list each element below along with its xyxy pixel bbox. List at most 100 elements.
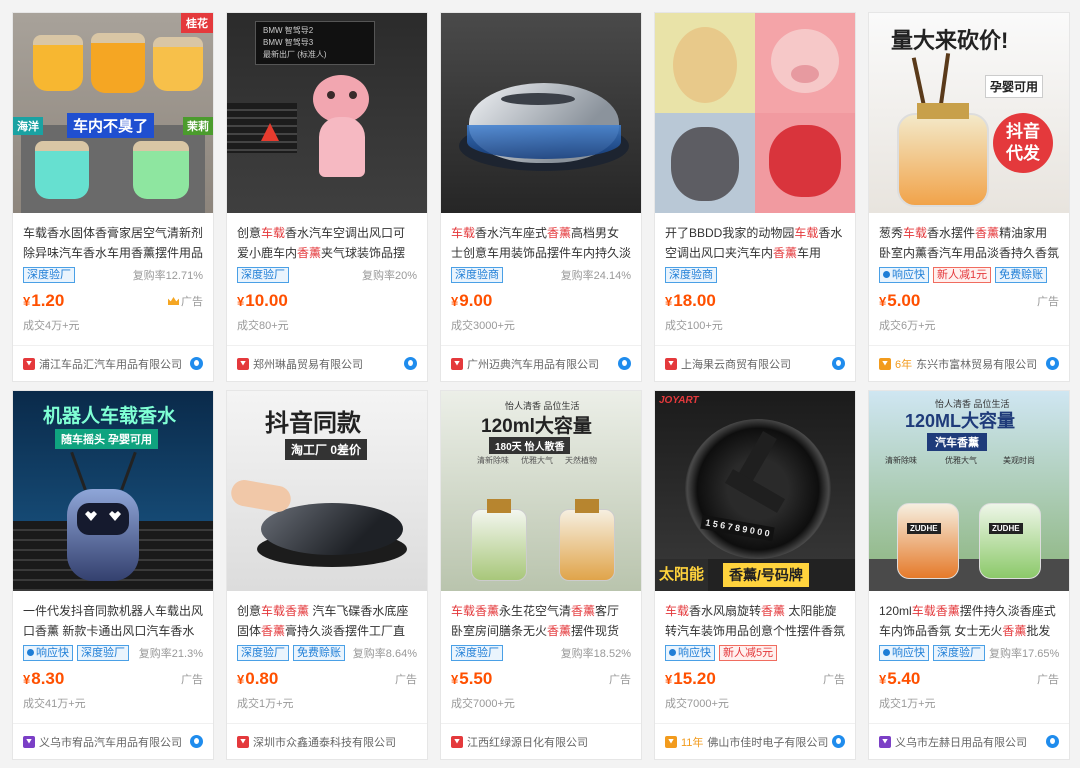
shop-name[interactable]: 江西红绿源日化有限公司	[467, 734, 631, 750]
product-image[interactable]: JOYART 1 5 6 7 8 9 0 0 0 太阳能 香薰/号码牌	[655, 391, 855, 591]
bottle-label-left: ZUDHE	[907, 523, 941, 534]
product-card[interactable]: 开了BBDD我家的动物园车载香水空调出风口夹汽车内香薰车用 深度验商 ¥18.0…	[654, 12, 856, 382]
service-tag[interactable]: 响应快	[23, 645, 73, 661]
service-tag-label: 响应快	[678, 647, 711, 659]
service-tag[interactable]: 深度验厂	[933, 645, 985, 661]
chat-icon[interactable]	[1046, 735, 1059, 748]
service-tag[interactable]: 深度验厂	[77, 645, 129, 661]
shop-years: 6年	[895, 358, 913, 371]
image-banner-left: 太阳能	[655, 559, 709, 591]
shop-row[interactable]: 义乌市左赫日用品有限公司	[869, 723, 1069, 759]
ad-label: 广告	[168, 293, 203, 309]
shop-row[interactable]: 江西红绿源日化有限公司	[441, 723, 641, 759]
shop-years: 11年	[681, 736, 704, 749]
product-image[interactable]	[655, 13, 855, 213]
service-tag[interactable]: 响应快	[879, 645, 929, 661]
product-image[interactable]: 抖音同款 淘工厂 0差价	[227, 391, 427, 591]
title-text: 一件代发抖音同款机器人车载出风口香薰 新款卡通出风口汽车香水	[23, 604, 203, 638]
shop-name[interactable]: 深圳市众鑫通泰科技有限公司	[253, 734, 417, 750]
product-title[interactable]: 车载香水汽车座式香薰高档男女士创意车用装饰品摆件车内持久淡香	[451, 223, 631, 263]
service-tag[interactable]: 免费赊账	[293, 645, 345, 661]
title-text: 车载香水固体香膏家居空气清新剂除异味汽车香水车用香薰摆件用品	[23, 226, 203, 260]
service-tag[interactable]: 深度验厂	[237, 267, 289, 283]
product-title[interactable]: 创意车载香水汽车空调出风口可爱小鹿车内香薰夹气球装饰品摆件女	[237, 223, 417, 263]
product-image[interactable]: 机器人车载香水 随车摇头 孕婴可用	[13, 391, 213, 591]
shop-row[interactable]: 深圳市众鑫通泰科技有限公司	[227, 723, 427, 759]
shop-row[interactable]: 郑州琳晶贸易有限公司	[227, 345, 427, 381]
product-title[interactable]: 车载香水风扇旋转香薰 太阳能旋转汽车装饰用品创意个性摆件香氛 汽车香薰	[665, 601, 845, 641]
product-card[interactable]: BMW 智驾导2 BMW 智驾导3 最新出厂 (标准人) 创意车载香水汽车空调出…	[226, 12, 428, 382]
product-image[interactable]: 怡人清香 品位生活 120ML大容量 汽车香薰 清新除味 优雅大气 美观时尚 Z…	[869, 391, 1069, 591]
service-tag[interactable]: 响应快	[665, 645, 715, 661]
ad-label: 广告	[395, 674, 417, 686]
product-card[interactable]: 量大来砍价! 孕婴可用 抖音代发 葱秀车载香水摆件香薰精油家用卧室内薰香汽车用品…	[868, 12, 1070, 382]
title-keyword-highlight: 香薰	[547, 226, 572, 240]
repurchase-rate: 复购率21.3%	[138, 648, 203, 660]
service-tag[interactable]: 深度验厂	[23, 267, 75, 283]
shop-row[interactable]: 广州迈典汽车用品有限公司	[441, 345, 641, 381]
product-title[interactable]: 车载香水固体香膏家居空气清新剂除异味汽车香水车用香薰摆件用品	[23, 223, 203, 263]
shop-row[interactable]: 浦江车品汇汽车用品有限公司	[13, 345, 213, 381]
chat-icon[interactable]	[618, 357, 631, 370]
product-card[interactable]: 机器人车载香水 随车摇头 孕婴可用 一件代发抖音同款机器人车载出风口香薰 新款卡…	[12, 390, 214, 760]
service-tag-label: 免费赊账	[297, 647, 341, 659]
shop-row[interactable]: 上海果云商贸有限公司	[655, 345, 855, 381]
shop-badge-icon	[237, 735, 249, 748]
service-tag[interactable]: 深度验厂	[237, 645, 289, 661]
product-image[interactable]	[441, 13, 641, 213]
shop-name[interactable]: 郑州琳晶贸易有限公司	[253, 356, 400, 372]
ad-label: 广告	[609, 674, 631, 686]
service-tag[interactable]: 新人减5元	[719, 645, 778, 661]
product-title[interactable]: 创意车载香薰 汽车飞碟香水底座固体香薰膏持久淡香摆件工厂直销	[237, 601, 417, 641]
shop-row[interactable]: 义乌市宥品汽车用品有限公司	[13, 723, 213, 759]
product-card[interactable]: 抖音同款 淘工厂 0差价 创意车载香薰 汽车飞碟香水底座固体香薰膏持久淡香摆件工…	[226, 390, 428, 760]
image-feature-2: 优雅大气	[521, 456, 553, 465]
shop-name[interactable]: 义乌市左赫日用品有限公司	[895, 734, 1042, 750]
product-title[interactable]: 开了BBDD我家的动物园车载香水空调出风口夹汽车内香薰车用	[665, 223, 845, 263]
chat-icon[interactable]	[190, 735, 203, 748]
service-tag[interactable]: 深度验商	[665, 267, 717, 283]
product-card[interactable]: 怡人清香 品位生活 120ml大容量 180天 怡人散香 清新除味 优雅大气 天…	[440, 390, 642, 760]
chat-icon[interactable]	[190, 357, 203, 370]
product-title[interactable]: 一件代发抖音同款机器人车载出风口香薰 新款卡通出风口汽车香水	[23, 601, 203, 641]
shop-row[interactable]: 11年 佛山市佳时电子有限公司	[655, 723, 855, 759]
service-tag-label: 响应快	[36, 647, 69, 659]
image-badge: 孕婴可用	[985, 75, 1044, 98]
chat-icon[interactable]	[832, 357, 845, 370]
image-feature-1: 清新除味	[477, 456, 509, 465]
shop-name[interactable]: 佛山市佳时电子有限公司	[707, 734, 828, 750]
product-image[interactable]: BMW 智驾导2 BMW 智驾导3 最新出厂 (标准人)	[227, 13, 427, 213]
service-tag[interactable]: 免费赊账	[995, 267, 1048, 283]
shop-name[interactable]: 义乌市宥品汽车用品有限公司	[39, 734, 186, 750]
product-title[interactable]: 葱秀车载香水摆件香薰精油家用卧室内薰香汽车用品淡香持久香氛座	[879, 223, 1059, 263]
chat-icon[interactable]	[404, 357, 417, 370]
shop-badge-icon	[879, 735, 891, 748]
shop-name[interactable]: 东兴市富林贸易有限公司	[916, 356, 1042, 372]
tag-row: 深度验厂 复购率20%	[237, 265, 417, 285]
shop-name[interactable]: 上海果云商贸有限公司	[681, 356, 828, 372]
shop-name[interactable]: 广州迈典汽车用品有限公司	[467, 356, 614, 372]
product-card[interactable]: 桂花 海洋 车内不臭了 茉莉 车载香水固体香膏家居空气清新剂除异味汽车香水车用香…	[12, 12, 214, 382]
service-tag[interactable]: 响应快	[879, 267, 929, 283]
sold-amount: 成交7000+元	[451, 698, 515, 710]
image-badge-ocean: 海洋	[13, 117, 43, 135]
service-tag[interactable]: 深度验商	[451, 267, 503, 283]
price-row: ¥5.00 广告	[879, 289, 1059, 313]
shop-name[interactable]: 浦江车品汇汽车用品有限公司	[39, 356, 186, 372]
chat-icon[interactable]	[832, 735, 845, 748]
product-image[interactable]: 桂花 海洋 车内不臭了 茉莉	[13, 13, 213, 213]
sold-amount: 成交1万+元	[879, 698, 936, 710]
shop-row[interactable]: 6年 东兴市富林贸易有限公司	[869, 345, 1069, 381]
service-tag[interactable]: 新人减1元	[933, 267, 992, 283]
title-text: 车用	[797, 246, 822, 260]
chat-icon[interactable]	[1046, 357, 1059, 370]
service-tag[interactable]: 深度验厂	[451, 645, 503, 661]
product-title[interactable]: 120ml车载香薰摆件持久淡香座式车内饰品香氛 女士无火香薰批发	[879, 601, 1059, 641]
fast-response-icon	[883, 271, 890, 278]
product-card[interactable]: 怡人清香 品位生活 120ML大容量 汽车香薰 清新除味 优雅大气 美观时尚 Z…	[868, 390, 1070, 760]
product-image[interactable]: 怡人清香 品位生活 120ml大容量 180天 怡人散香 清新除味 优雅大气 天…	[441, 391, 641, 591]
product-title[interactable]: 车载香薰永生花空气清香薰客厅卧室房间膳条无火香薰摆件现货批发	[451, 601, 631, 641]
product-card[interactable]: 车载香水汽车座式香薰高档男女士创意车用装饰品摆件车内持久淡香 深度验商 复购率24…	[440, 12, 642, 382]
product-card[interactable]: JOYART 1 5 6 7 8 9 0 0 0 太阳能 香薰/号码牌 车载香水…	[654, 390, 856, 760]
product-image[interactable]: 量大来砍价! 孕婴可用 抖音代发	[869, 13, 1069, 213]
